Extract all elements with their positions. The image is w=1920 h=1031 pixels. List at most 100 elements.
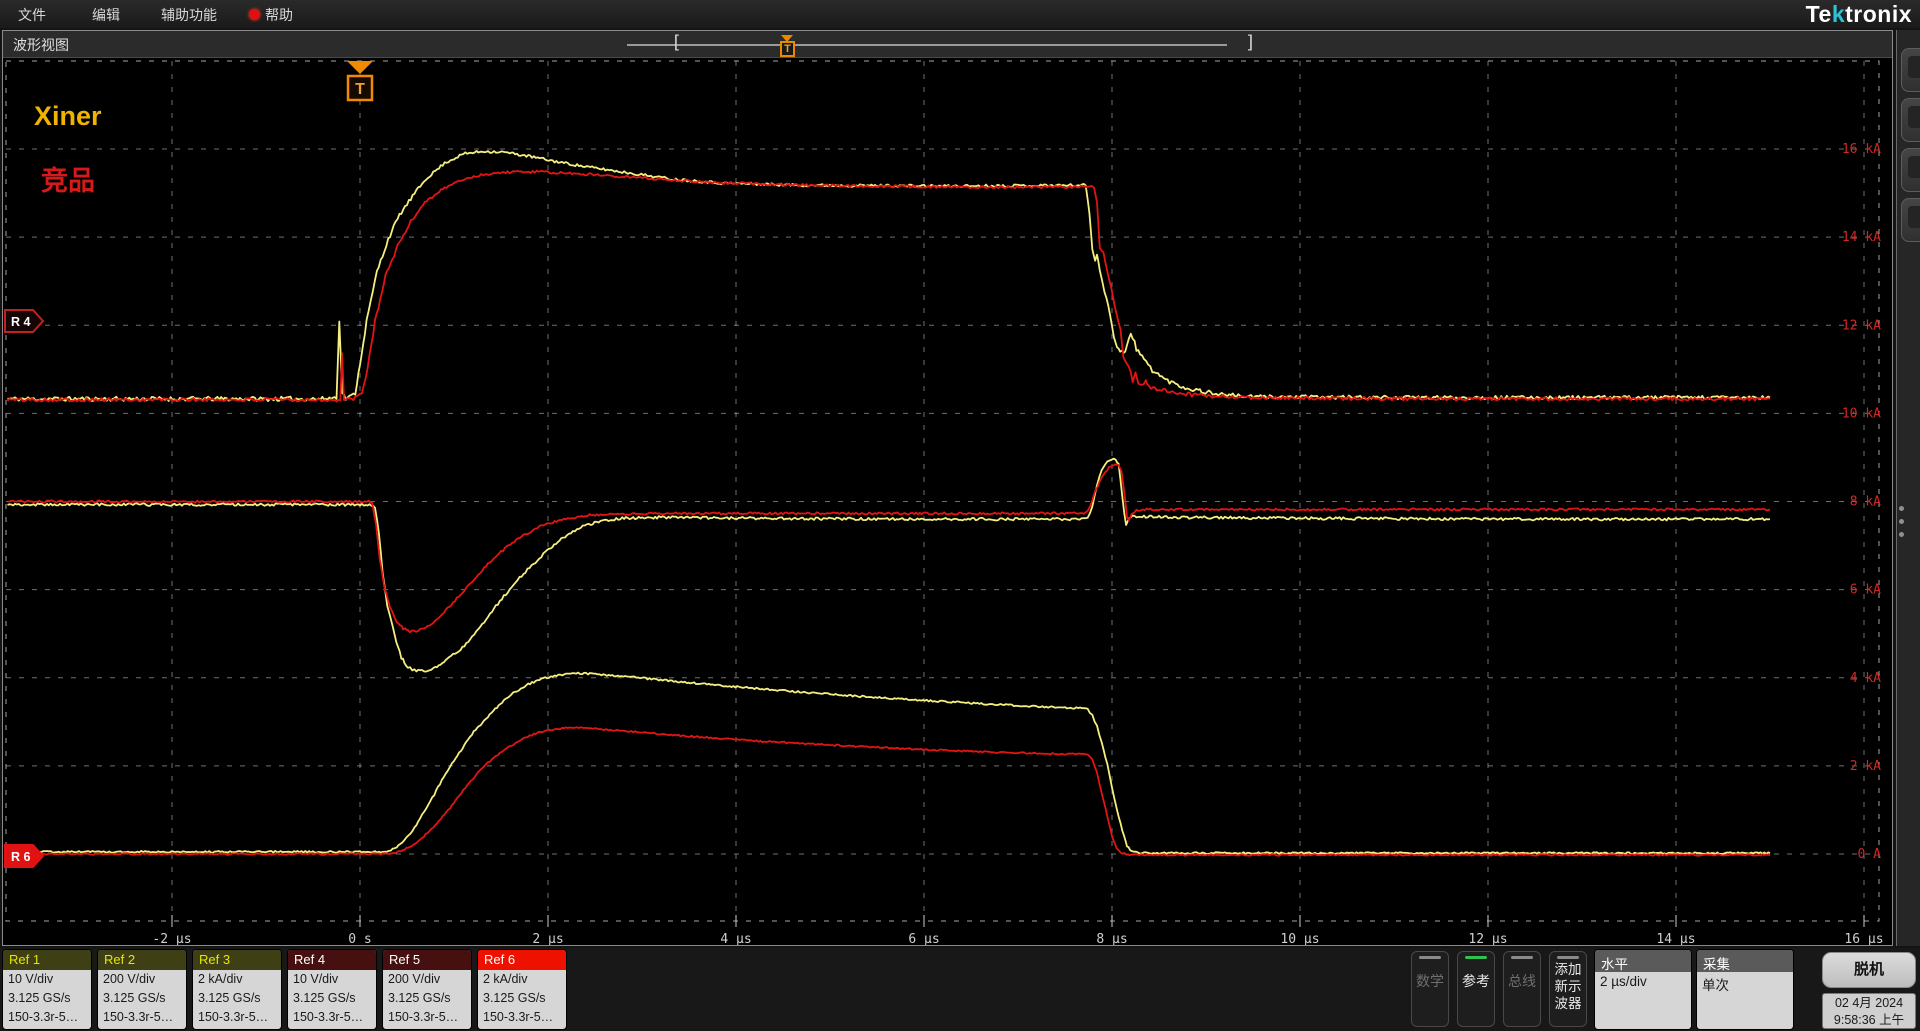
- annotation-xiner: Xiner: [34, 101, 102, 132]
- ref-badge-title: Ref 4: [288, 950, 376, 970]
- datetime-display: 02 4月 2024 9:58:36 上午: [1822, 993, 1916, 1029]
- acquisition-badge-title: 采集: [1697, 950, 1793, 972]
- ref-badge-ref-5[interactable]: Ref 5200 V/div3.125 GS/s150-3.3r-5…: [383, 950, 471, 1029]
- ref-badge-file: 150-3.3r-5…: [193, 1008, 281, 1027]
- bottom-settings-bar: Ref 110 V/div3.125 GS/s150-3.3r-5…Ref 22…: [0, 948, 1920, 1031]
- menu-help[interactable]: 帮助: [265, 5, 293, 25]
- time-value: 9:58:36 上午: [1823, 1012, 1915, 1029]
- ref-badge-rate: 3.125 GS/s: [478, 989, 566, 1008]
- overview-trigger-icon[interactable]: T: [780, 41, 795, 57]
- horizontal-scale-value: 2 µs/div: [1595, 972, 1691, 989]
- channel-marker-r4-label: R 4: [11, 315, 31, 329]
- acquisition-badge[interactable]: 采集 单次: [1697, 950, 1793, 1029]
- ref-badge-title: Ref 2: [98, 950, 186, 970]
- menu-edit[interactable]: 编辑: [92, 5, 120, 25]
- help-alert-icon: [249, 9, 260, 20]
- x-axis-label: 12 µs: [1468, 932, 1507, 945]
- y-axis-label: 8 kA: [1850, 495, 1881, 510]
- menu-utility[interactable]: 辅助功能: [161, 5, 217, 25]
- side-panel-button-1[interactable]: [1901, 48, 1920, 92]
- ref-badge-scale: 2 kA/div: [478, 970, 566, 989]
- button-indicator-bar: [1419, 956, 1441, 959]
- graticule: -2 µs0 s2 µs4 µs6 µs8 µs10 µs12 µs14 µs1…: [3, 57, 1892, 945]
- x-axis-label: 14 µs: [1656, 932, 1695, 945]
- x-axis-label: 4 µs: [720, 932, 751, 945]
- overview-record-line: [627, 44, 1227, 46]
- horizontal-badge[interactable]: 水平 2 µs/div: [1595, 950, 1691, 1029]
- math-button[interactable]: 数学: [1411, 951, 1449, 1027]
- trace-xiner-bottom: [8, 673, 1771, 854]
- trace-jingpin-mid: [8, 465, 1771, 633]
- ref-badge-scale: 200 V/div: [98, 970, 186, 989]
- ref-button[interactable]: 参考: [1457, 951, 1495, 1027]
- waveform-view-panel: 波形视图 [ ] T -2 µs0 s2 µs4 µs6 µs8 µs10 µs…: [2, 30, 1893, 946]
- ref-badge-ref-6[interactable]: Ref 62 kA/div3.125 GS/s150-3.3r-5…: [478, 950, 566, 1029]
- ref-badge-rate: 3.125 GS/s: [193, 989, 281, 1008]
- button-indicator-bar: [1557, 956, 1579, 959]
- acquisition-mode-value: 单次: [1697, 972, 1793, 994]
- graticule-frame: [6, 61, 1879, 921]
- x-axis-label: 8 µs: [1096, 932, 1127, 945]
- ref-badge-ref-1[interactable]: Ref 110 V/div3.125 GS/s150-3.3r-5…: [3, 950, 91, 1029]
- ref-badge-title: Ref 5: [383, 950, 471, 970]
- y-axis-label: 14 kA: [1842, 230, 1881, 245]
- ref-badge-rate: 3.125 GS/s: [98, 989, 186, 1008]
- y-axis-label: 10 kA: [1842, 406, 1881, 421]
- menu-file[interactable]: 文件: [18, 5, 46, 25]
- x-axis-label: 6 µs: [908, 932, 939, 945]
- trace-jingpin-top: [8, 171, 1771, 402]
- ref-badge-file: 150-3.3r-5…: [98, 1008, 186, 1027]
- button-label: 参考: [1458, 973, 1494, 990]
- trace-xiner-mid: [8, 459, 1771, 672]
- ref-badge-rate: 3.125 GS/s: [288, 989, 376, 1008]
- horizontal-badge-title: 水平: [1595, 950, 1691, 972]
- right-toolbar-strip: [1896, 30, 1920, 946]
- ref-badge-scale: 2 kA/div: [193, 970, 281, 989]
- ref-badge-ref-2[interactable]: Ref 2200 V/div3.125 GS/s150-3.3r-5…: [98, 950, 186, 1029]
- channel-marker-r6-label: R 6: [11, 850, 31, 864]
- add-new-scope-button[interactable]: 添加 新示 波器: [1549, 951, 1587, 1027]
- x-axis-label: 10 µs: [1280, 932, 1319, 945]
- y-axis-label: 16 kA: [1842, 142, 1881, 157]
- trace-xiner-top: [8, 151, 1771, 401]
- ref-badge-scale: 200 V/div: [383, 970, 471, 989]
- bus-button[interactable]: 总线: [1503, 951, 1541, 1027]
- button-indicator-bar: [1511, 956, 1533, 959]
- ref-badge-scale: 10 V/div: [3, 970, 91, 989]
- tekscope-app: 文件 编辑 辅助功能 帮助 Tektronix 波形视图 [ ] T -2 µs…: [0, 0, 1920, 1031]
- annotation-jingpin: 竞品: [41, 159, 95, 198]
- panel-drag-handle[interactable]: [1898, 498, 1906, 534]
- ref-badge-ref-4[interactable]: Ref 410 V/div3.125 GS/s150-3.3r-5…: [288, 950, 376, 1029]
- side-panel-button-3[interactable]: [1901, 148, 1920, 192]
- offline-button[interactable]: 脱机: [1822, 952, 1916, 988]
- ref-badge-file: 150-3.3r-5…: [3, 1008, 91, 1027]
- ref-badge-rate: 3.125 GS/s: [3, 989, 91, 1008]
- x-axis-label: 16 µs: [1844, 932, 1883, 945]
- button-label: 数学: [1412, 973, 1448, 990]
- overview-right-bracket[interactable]: ]: [1245, 32, 1256, 53]
- button-label: 添加 新示 波器: [1550, 961, 1586, 1012]
- overview-left-bracket[interactable]: [: [671, 32, 682, 53]
- button-indicator-bar: [1465, 956, 1487, 959]
- ref-badge-ref-3[interactable]: Ref 32 kA/div3.125 GS/s150-3.3r-5…: [193, 950, 281, 1029]
- ref-badge-title: Ref 6: [478, 950, 566, 970]
- waveform-view-title: 波形视图: [13, 35, 69, 55]
- ref-badge-title: Ref 3: [193, 950, 281, 970]
- ref-badge-file: 150-3.3r-5…: [288, 1008, 376, 1027]
- side-panel-button-4[interactable]: [1901, 198, 1920, 242]
- x-axis-label: 0 s: [348, 932, 371, 945]
- y-axis-label: 6 kA: [1850, 583, 1881, 598]
- y-axis-label: 0 A: [1858, 847, 1882, 862]
- waveform-view-titlebar: 波形视图 [ ] T: [3, 31, 1892, 58]
- trigger-arrow-icon[interactable]: [347, 61, 373, 74]
- side-panel-button-2[interactable]: [1901, 98, 1920, 142]
- trigger-badge-label: T: [355, 81, 365, 98]
- ref-badge-file: 150-3.3r-5…: [478, 1008, 566, 1027]
- menu-bar: 文件 编辑 辅助功能 帮助 Tektronix: [0, 0, 1920, 28]
- y-axis-label: 2 kA: [1850, 759, 1881, 774]
- x-axis-label: -2 µs: [152, 932, 191, 945]
- ref-badge-title: Ref 1: [3, 950, 91, 970]
- ref-badge-rate: 3.125 GS/s: [383, 989, 471, 1008]
- trace-jingpin-bottom: [8, 727, 1771, 856]
- date-value: 02 4月 2024: [1823, 995, 1915, 1012]
